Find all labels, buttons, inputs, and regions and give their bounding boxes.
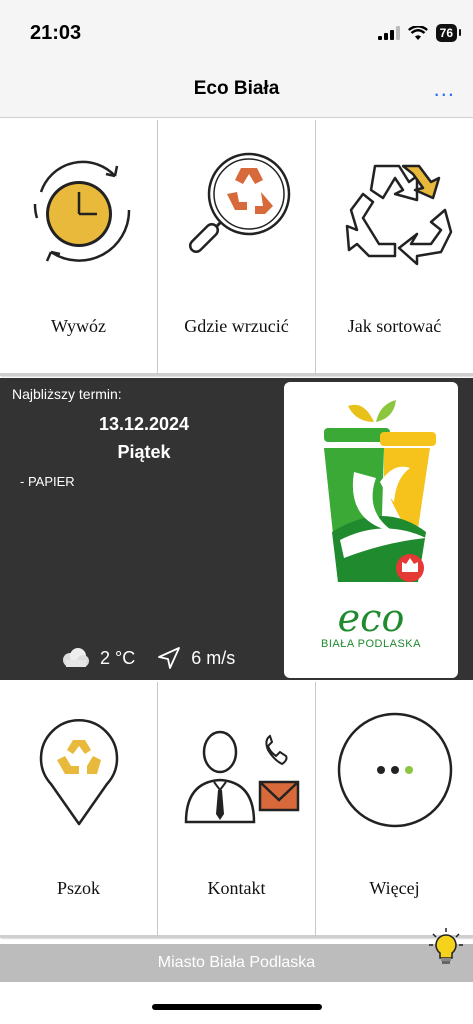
map-pin-recycle-icon [0,710,157,830]
next-collection-panel[interactable]: Najbliższy termin: 13.12.2024 Piątek - P… [0,378,473,680]
logo-eco-text: eco [337,596,405,640]
nav-bar: Eco Biała ... [0,66,473,118]
temperature-item: 2 °C [60,647,135,669]
wifi-icon [407,25,428,40]
status-time: 21:03 [30,22,82,44]
tile-wiecej[interactable]: Więcej [316,682,473,938]
lightbulb-icon[interactable] [429,928,463,968]
tile-label: Wywóz [51,316,106,336]
person-phone-mail-icon [158,710,315,830]
eco-bin-logo-icon [324,400,436,582]
navigation-arrow-icon [158,647,181,669]
next-collection-day: Piątek [117,442,171,462]
bottom-tile-row: Pszok Kontakt Więcej [0,682,473,938]
footer-bar[interactable]: Miasto Biała Podlaska [0,928,473,982]
signal-icon [377,26,400,40]
footer-text: Miasto Biała Podlaska [157,954,316,971]
cloud-icon [63,648,89,667]
more-menu-button[interactable]: ... [434,78,455,100]
page-title: Eco Biała [193,78,280,99]
home-indicator[interactable] [152,1004,322,1010]
logo-subtitle: BIAŁA PODLASKA [321,638,421,650]
top-tile-row: Wywóz Gdzie wrzucić Jak sortować [0,120,473,376]
tile-jak-sortowac[interactable]: Jak sortować [316,120,473,376]
tile-wywoz[interactable]: Wywóz [0,120,158,376]
recycle-arrows-icon [316,148,473,268]
wind-value: 6 m/s [191,647,236,668]
weather-info: 2 °C 6 m/s [60,646,257,670]
eco-logo-card: eco BIAŁA PODLASKA [284,382,458,678]
status-icons: 76 [377,24,462,42]
tile-label: Więcej [369,878,420,898]
temperature-value: 2 °C [100,647,136,668]
battery-indicator: 76 [435,24,462,42]
tile-label: Pszok [56,878,100,898]
tile-pszok[interactable]: Pszok [0,682,158,938]
magnifier-recycle-icon [158,148,315,268]
tile-label: Gdzie wrzucić [184,316,289,336]
more-dots-icon [316,710,473,830]
tile-label: Jak sortować [347,316,442,336]
tile-kontakt[interactable]: Kontakt [158,682,316,938]
next-collection-date: 13.12.2024 [98,414,190,434]
status-bar: 21:03 76 [0,0,473,66]
clock-cycle-icon [0,148,157,268]
next-collection-heading: Najbliższy termin: [12,386,122,402]
tile-label: Kontakt [207,878,266,898]
waste-type: - PAPIER [20,474,75,489]
wind-item: 6 m/s [157,646,235,670]
tile-gdzie-wrzucic[interactable]: Gdzie wrzucić [158,120,316,376]
